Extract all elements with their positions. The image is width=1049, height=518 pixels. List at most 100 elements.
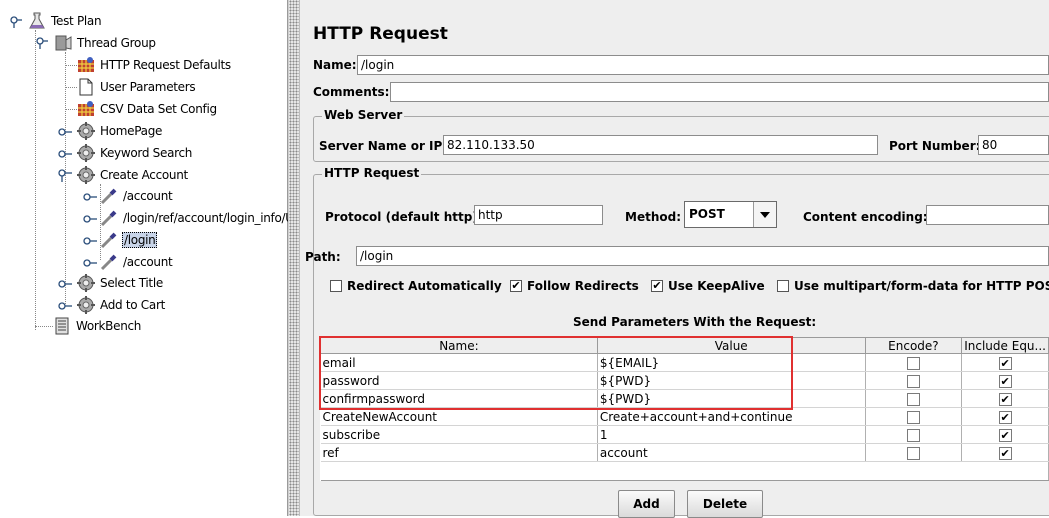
encode-cell[interactable] [865, 425, 963, 444]
encode-cell[interactable] [865, 407, 963, 426]
follow-redirects-checkbox[interactable]: ✔ Follow Redirects [510, 279, 639, 293]
checkbox-label: Redirect Automatically [347, 279, 502, 293]
table-row[interactable]: CreateNewAccount Create+account+and+cont… [320, 407, 1049, 426]
expand-toggle-icon[interactable] [83, 213, 97, 223]
checkbox-box[interactable] [777, 280, 789, 292]
controller-icon [77, 144, 95, 162]
add-button[interactable]: Add [618, 490, 675, 518]
path-field[interactable]: /login [356, 246, 1049, 266]
controller-icon [77, 274, 95, 292]
expand-toggle-icon[interactable] [83, 257, 97, 267]
protocol-field[interactable]: http [474, 205, 603, 225]
param-name-cell[interactable]: ref [320, 443, 598, 462]
expand-toggle-icon[interactable] [36, 37, 48, 49]
test-plan-tree[interactable]: Test Plan Thread Group HTTP Request Defa… [0, 0, 294, 516]
encode-checkbox[interactable] [906, 374, 920, 388]
param-name-cell[interactable]: email [320, 353, 598, 372]
name-field[interactable]: /login [357, 55, 1049, 75]
tree-item-user-parameters[interactable]: User Parameters [77, 77, 196, 97]
tree-item-add-to-cart[interactable]: Add to Cart [58, 295, 166, 315]
param-name-cell[interactable]: password [320, 371, 598, 390]
column-header-name[interactable]: Name: [320, 337, 598, 354]
expand-toggle-icon[interactable] [58, 300, 72, 310]
param-value-cell[interactable]: ${EMAIL} [597, 353, 866, 372]
checkmark-icon[interactable]: ✔ [998, 410, 1012, 424]
include-cell[interactable]: ✔ [961, 371, 1049, 390]
column-header-include-equals[interactable]: Include Equ... [961, 337, 1049, 354]
tree-item-workbench[interactable]: WorkBench [53, 316, 142, 336]
tree-item-login-sampler[interactable]: /login [83, 230, 158, 250]
encode-cell[interactable] [865, 371, 963, 390]
checkmark-icon[interactable]: ✔ [998, 392, 1012, 406]
checkmark-icon[interactable]: ✔ [998, 428, 1012, 442]
table-row[interactable]: ref account ✔ [320, 443, 1049, 462]
include-cell[interactable]: ✔ [961, 389, 1049, 408]
table-row[interactable]: password ${PWD} ✔ [320, 371, 1049, 390]
column-header-encode[interactable]: Encode? [864, 337, 963, 354]
use-multipart-checkbox[interactable]: Use multipart/form-data for HTTP POST [777, 279, 1049, 293]
param-name-cell[interactable]: confirmpassword [320, 389, 598, 408]
tree-item-login-ref-sampler[interactable]: /login/ref/account/login_info/U [83, 208, 295, 228]
table-row[interactable]: subscribe 1 ✔ [320, 425, 1049, 444]
table-row[interactable]: email ${EMAIL} ✔ [320, 353, 1049, 372]
checkbox-box[interactable] [330, 280, 342, 292]
expand-toggle-icon[interactable] [58, 126, 72, 136]
param-name-cell[interactable]: subscribe [320, 425, 598, 444]
encode-cell[interactable] [865, 389, 963, 408]
encode-checkbox[interactable] [906, 392, 920, 406]
encode-checkbox[interactable] [906, 410, 920, 424]
delete-button[interactable]: Delete [687, 490, 763, 518]
encode-checkbox[interactable] [906, 446, 920, 460]
include-cell[interactable]: ✔ [961, 353, 1049, 372]
tree-item-thread-group[interactable]: Thread Group [36, 33, 157, 53]
expand-toggle-icon[interactable] [83, 235, 97, 245]
expand-toggle-icon[interactable] [10, 16, 22, 28]
parameters-table[interactable]: Name: Value Encode? Include Equ... email… [320, 337, 1049, 481]
checkbox-label: Follow Redirects [527, 279, 639, 293]
port-number-field[interactable]: 80 [978, 135, 1049, 155]
tree-item-select-title[interactable]: Select Title [58, 273, 164, 293]
include-cell[interactable]: ✔ [961, 407, 1049, 426]
param-value-cell[interactable]: Create+account+and+continue [597, 407, 866, 426]
param-value-cell[interactable]: ${PWD} [597, 389, 866, 408]
expand-toggle-icon[interactable] [58, 148, 72, 158]
encode-cell[interactable] [865, 443, 963, 462]
comments-field[interactable] [390, 82, 1049, 102]
expand-toggle-icon[interactable] [58, 278, 72, 288]
redirect-automatically-checkbox[interactable]: Redirect Automatically [330, 279, 502, 293]
tree-item-csv-data-set-config[interactable]: CSV Data Set Config [77, 99, 218, 119]
expand-toggle-icon[interactable] [58, 168, 72, 182]
tree-item-create-account[interactable]: Create Account [58, 165, 189, 185]
table-row[interactable]: confirmpassword ${PWD} ✔ [320, 389, 1049, 408]
use-keepalive-checkbox[interactable]: ✔ Use KeepAlive [651, 279, 765, 293]
column-header-value[interactable]: Value [596, 337, 866, 354]
include-cell[interactable]: ✔ [961, 425, 1049, 444]
param-value-cell[interactable]: ${PWD} [597, 371, 866, 390]
chevron-down-icon[interactable] [753, 202, 776, 227]
tree-item-keyword-search[interactable]: Keyword Search [58, 143, 193, 163]
encode-checkbox[interactable] [906, 428, 920, 442]
param-value-cell[interactable]: 1 [597, 425, 866, 444]
checkmark-icon[interactable]: ✔ [998, 356, 1012, 370]
tree-item-account-sampler-2[interactable]: /account [83, 252, 173, 272]
expand-toggle-icon[interactable] [83, 191, 97, 201]
param-name-cell[interactable]: CreateNewAccount [320, 407, 598, 426]
table-row-empty [320, 461, 1049, 481]
split-pane-divider[interactable] [288, 0, 300, 516]
content-encoding-field[interactable] [926, 205, 1049, 225]
server-name-field[interactable]: 82.110.133.50 [443, 135, 878, 155]
method-dropdown[interactable]: POST [684, 201, 777, 228]
tree-item-account-sampler[interactable]: /account [83, 186, 173, 206]
encode-checkbox[interactable] [906, 356, 920, 370]
param-value-cell[interactable]: account [597, 443, 866, 462]
encode-cell[interactable] [865, 353, 963, 372]
checkmark-icon[interactable]: ✔ [998, 446, 1012, 460]
tree-item-homepage[interactable]: HomePage [58, 121, 163, 141]
tree-item-http-request-defaults[interactable]: HTTP Request Defaults [77, 55, 232, 75]
include-cell[interactable]: ✔ [961, 443, 1049, 462]
port-number-label: Port Number: [889, 139, 981, 153]
checkmark-icon[interactable]: ✔ [651, 280, 663, 292]
checkmark-icon[interactable]: ✔ [998, 374, 1012, 388]
tree-item-test-plan[interactable]: Test Plan [10, 11, 102, 31]
checkmark-icon[interactable]: ✔ [510, 280, 522, 292]
